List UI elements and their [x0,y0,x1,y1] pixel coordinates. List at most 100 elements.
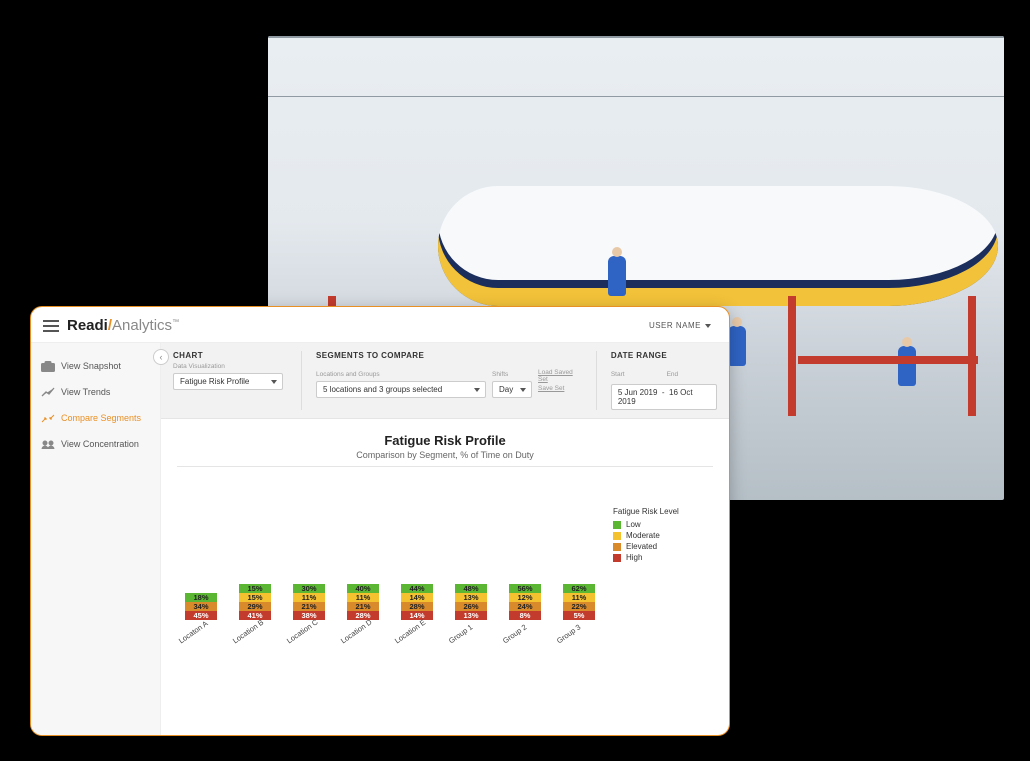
segment-high: 45% [185,611,217,620]
legend-item-elevated: Elevated [613,542,713,551]
locations-select[interactable]: 5 locations and 3 groups selected [316,381,486,398]
brand-text: Readi/Analytics™ [67,317,179,334]
segment-high: 41% [239,611,271,620]
legend: Fatigue Risk Level Low Moderate Elevated Hi… [613,477,713,647]
date-range-title: DATE RANGE [611,351,717,360]
sidebar-item-label: View Concentration [61,439,139,449]
legend-item-moderate: Moderate [613,531,713,540]
chart-type-select[interactable]: Fatigue Risk Profile [173,373,283,390]
segment-high: 8% [509,611,541,620]
sidebar-item-compare-segments[interactable]: Compare Segments [31,405,160,431]
segment-low: 48% [455,584,487,593]
trends-icon [41,386,55,398]
segment-high: 13% [455,611,487,620]
bar-location-b: 15%15%29%41%Location B [235,584,275,647]
load-set-link[interactable]: Load Saved Set [538,369,578,383]
main: CHART Data Visualization Fatigue Risk Pr… [161,343,729,735]
sidebar-item-view-concentration[interactable]: View Concentration [31,431,160,457]
segment-elevated: 21% [293,602,325,611]
bar-label: Locaton A [177,619,210,646]
legend-item-low: Low [613,520,713,529]
segment-elevated: 21% [347,602,379,611]
bar-label: Group 2 [501,622,528,645]
segment-moderate: 13% [455,593,487,602]
legend-swatch [613,554,621,562]
segment-low: 62% [563,584,595,593]
date-end-sub: End [667,371,679,378]
segment-moderate: 11% [563,593,595,602]
segment-moderate: 11% [347,593,379,602]
bar-location-e: 44%14%28%14%Location E [397,584,437,647]
segment-moderate: 15% [239,593,271,602]
chart-control: CHART Data Visualization Fatigue Risk Pr… [173,351,283,410]
bar-group-2: 56%12%24%8%Group 2 [505,584,545,647]
segment-elevated: 29% [239,602,271,611]
segment-elevated: 26% [455,602,487,611]
segments-control-title: SEGMENTS TO COMPARE [316,351,578,360]
compare-icon [41,412,55,424]
segment-low: 15% [239,584,271,593]
shifts-sub: Shifts [492,371,508,378]
legend-title: Fatigue Risk Level [613,507,713,516]
segment-elevated: 34% [185,602,217,611]
sidebar-item-view-trends[interactable]: View Trends [31,379,160,405]
save-set-link[interactable]: Save Set [538,385,578,392]
segments-control: SEGMENTS TO COMPARE Locations and Groups… [301,351,578,410]
date-range-picker[interactable]: 5 Jun 2019 - 16 Oct 2019 [611,384,717,410]
segment-high: 28% [347,611,379,620]
segment-high: 14% [401,611,433,620]
sidebar: ‹ View SnapshotView TrendsCompare Segmen… [31,343,161,735]
group-icon [41,438,55,450]
user-label: USER NAME [649,321,701,330]
bar-location-d: 40%11%21%28%Location D [343,584,383,647]
segment-low: 56% [509,584,541,593]
segment-elevated: 22% [563,602,595,611]
segment-low: 44% [401,584,433,593]
bar-location-c: 30%11%21%38%Location C [289,584,329,647]
segment-moderate: 11% [293,593,325,602]
segment-high: 5% [563,611,595,620]
chart-zone: Fatigue Risk Profile Comparison by Segme… [161,419,729,735]
chart-subtitle: Comparison by Segment, % of Time on Duty [177,450,713,467]
user-menu[interactable]: USER NAME [649,321,711,330]
sidebar-item-label: Compare Segments [61,413,141,423]
bar-group-3: 62%11%22%5%Group 3 [559,584,599,647]
chevron-down-icon [705,324,711,328]
bar-group-1: 48%13%26%13%Group 1 [451,584,491,647]
bar-label: Location B [231,618,265,646]
sidebar-item-label: View Snapshot [61,361,121,371]
controls-bar: CHART Data Visualization Fatigue Risk Pr… [161,343,729,419]
camera-icon [41,360,55,372]
bar-locaton-a: 18%34%45%Locaton A [181,593,221,647]
locations-sub: Locations and Groups [316,371,380,378]
panel-header: Readi/Analytics™ USER NAME [31,307,729,343]
segment-elevated: 24% [509,602,541,611]
collapse-sidebar-button[interactable]: ‹ [153,349,169,365]
chart-title: Fatigue Risk Profile [177,433,713,448]
date-range-control: DATE RANGE Start End 5 Jun 2019 - 16 [596,351,717,410]
date-start-sub: Start [611,371,625,378]
segment-low: 30% [293,584,325,593]
chart-control-sub: Data Visualization [173,363,283,370]
stacked-bar-chart: 18%34%45%Locaton A15%15%29%41%Location B… [177,477,603,647]
segment-low: 40% [347,584,379,593]
sidebar-item-view-snapshot[interactable]: View Snapshot [31,353,160,379]
brand: Readi/Analytics™ [43,317,179,334]
dashboard-panel: Readi/Analytics™ USER NAME ‹ View Snapsh… [30,306,730,736]
segment-low: 18% [185,593,217,602]
shifts-select[interactable]: Day [492,381,532,398]
bar-label: Location D [339,617,374,645]
menu-icon[interactable] [43,320,59,332]
segment-moderate: 12% [509,593,541,602]
bar-label: Location E [393,618,427,646]
sidebar-item-label: View Trends [61,387,110,397]
bar-label: Group 3 [555,622,582,645]
bar-label: Group 1 [447,622,474,645]
legend-swatch [613,521,621,529]
chart-control-title: CHART [173,351,283,360]
legend-swatch [613,543,621,551]
legend-item-high: High [613,553,713,562]
legend-swatch [613,532,621,540]
bar-label: Location C [285,617,320,645]
segment-high: 38% [293,611,325,620]
